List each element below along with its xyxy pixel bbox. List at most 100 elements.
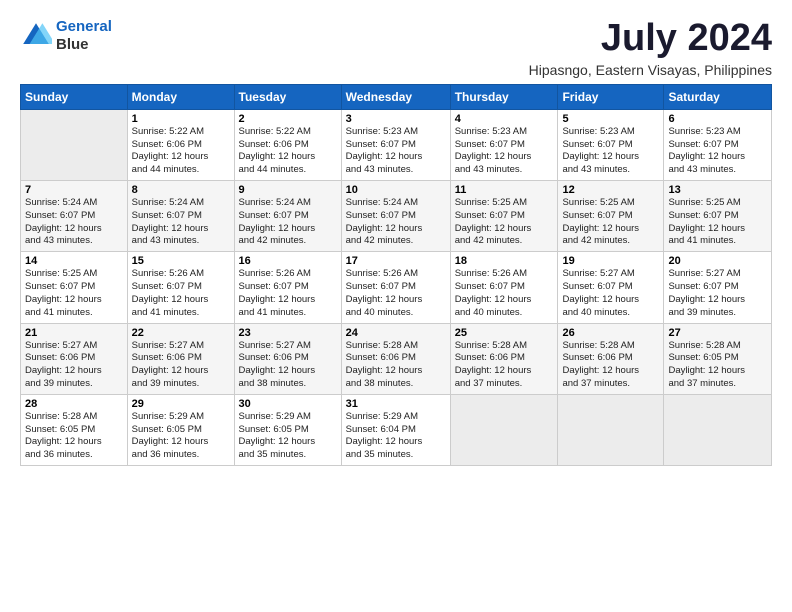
month-title: July 2024 [529,18,772,60]
day-number: 19 [562,255,659,267]
calendar-cell: 11Sunrise: 5:25 AM Sunset: 6:07 PM Dayli… [450,181,558,252]
logo-text: General Blue [56,18,112,54]
day-info: Sunrise: 5:24 AM Sunset: 6:07 PM Dayligh… [346,197,446,248]
calendar-week-row: 1Sunrise: 5:22 AM Sunset: 6:06 PM Daylig… [21,109,772,180]
calendar-week-row: 7Sunrise: 5:24 AM Sunset: 6:07 PM Daylig… [21,181,772,252]
calendar-cell: 23Sunrise: 5:27 AM Sunset: 6:06 PM Dayli… [234,323,341,394]
day-info: Sunrise: 5:26 AM Sunset: 6:07 PM Dayligh… [455,268,554,319]
logo: General Blue [20,18,112,54]
calendar-day-header: Friday [558,84,664,109]
day-number: 18 [455,255,554,267]
day-info: Sunrise: 5:29 AM Sunset: 6:05 PM Dayligh… [239,411,337,462]
day-number: 3 [346,113,446,125]
calendar-cell: 9Sunrise: 5:24 AM Sunset: 6:07 PM Daylig… [234,181,341,252]
calendar-cell: 28Sunrise: 5:28 AM Sunset: 6:05 PM Dayli… [21,394,128,465]
calendar-cell: 12Sunrise: 5:25 AM Sunset: 6:07 PM Dayli… [558,181,664,252]
calendar-cell: 20Sunrise: 5:27 AM Sunset: 6:07 PM Dayli… [664,252,772,323]
day-number: 12 [562,184,659,196]
calendar-day-header: Saturday [664,84,772,109]
calendar-day-header: Monday [127,84,234,109]
calendar-day-header: Thursday [450,84,558,109]
day-info: Sunrise: 5:22 AM Sunset: 6:06 PM Dayligh… [239,126,337,177]
day-info: Sunrise: 5:25 AM Sunset: 6:07 PM Dayligh… [455,197,554,248]
calendar-header-row: SundayMondayTuesdayWednesdayThursdayFrid… [21,84,772,109]
day-info: Sunrise: 5:23 AM Sunset: 6:07 PM Dayligh… [668,126,767,177]
day-number: 5 [562,113,659,125]
day-number: 20 [668,255,767,267]
day-info: Sunrise: 5:27 AM Sunset: 6:06 PM Dayligh… [132,340,230,391]
day-info: Sunrise: 5:26 AM Sunset: 6:07 PM Dayligh… [132,268,230,319]
logo-line2: Blue [56,36,112,54]
calendar-cell: 30Sunrise: 5:29 AM Sunset: 6:05 PM Dayli… [234,394,341,465]
day-info: Sunrise: 5:27 AM Sunset: 6:06 PM Dayligh… [239,340,337,391]
calendar-cell: 2Sunrise: 5:22 AM Sunset: 6:06 PM Daylig… [234,109,341,180]
day-number: 25 [455,327,554,339]
calendar-cell: 4Sunrise: 5:23 AM Sunset: 6:07 PM Daylig… [450,109,558,180]
day-info: Sunrise: 5:26 AM Sunset: 6:07 PM Dayligh… [346,268,446,319]
calendar-week-row: 21Sunrise: 5:27 AM Sunset: 6:06 PM Dayli… [21,323,772,394]
day-number: 4 [455,113,554,125]
day-info: Sunrise: 5:29 AM Sunset: 6:05 PM Dayligh… [132,411,230,462]
calendar-cell: 31Sunrise: 5:29 AM Sunset: 6:04 PM Dayli… [341,394,450,465]
calendar-week-row: 14Sunrise: 5:25 AM Sunset: 6:07 PM Dayli… [21,252,772,323]
logo-icon [20,20,52,52]
day-number: 28 [25,398,123,410]
day-info: Sunrise: 5:23 AM Sunset: 6:07 PM Dayligh… [455,126,554,177]
day-info: Sunrise: 5:24 AM Sunset: 6:07 PM Dayligh… [25,197,123,248]
day-number: 7 [25,184,123,196]
calendar-cell [21,109,128,180]
calendar-cell: 13Sunrise: 5:25 AM Sunset: 6:07 PM Dayli… [664,181,772,252]
day-info: Sunrise: 5:25 AM Sunset: 6:07 PM Dayligh… [668,197,767,248]
day-info: Sunrise: 5:28 AM Sunset: 6:06 PM Dayligh… [562,340,659,391]
calendar-cell: 3Sunrise: 5:23 AM Sunset: 6:07 PM Daylig… [341,109,450,180]
day-number: 21 [25,327,123,339]
calendar-cell: 15Sunrise: 5:26 AM Sunset: 6:07 PM Dayli… [127,252,234,323]
location: Hipasngo, Eastern Visayas, Philippines [529,62,772,78]
calendar-cell: 17Sunrise: 5:26 AM Sunset: 6:07 PM Dayli… [341,252,450,323]
calendar-cell: 26Sunrise: 5:28 AM Sunset: 6:06 PM Dayli… [558,323,664,394]
calendar-cell: 7Sunrise: 5:24 AM Sunset: 6:07 PM Daylig… [21,181,128,252]
day-number: 27 [668,327,767,339]
day-number: 26 [562,327,659,339]
day-number: 13 [668,184,767,196]
calendar-cell: 5Sunrise: 5:23 AM Sunset: 6:07 PM Daylig… [558,109,664,180]
day-number: 2 [239,113,337,125]
day-info: Sunrise: 5:24 AM Sunset: 6:07 PM Dayligh… [239,197,337,248]
page: General Blue July 2024 Hipasngo, Eastern… [0,0,792,476]
day-number: 17 [346,255,446,267]
calendar-cell: 1Sunrise: 5:22 AM Sunset: 6:06 PM Daylig… [127,109,234,180]
day-number: 31 [346,398,446,410]
day-info: Sunrise: 5:28 AM Sunset: 6:06 PM Dayligh… [455,340,554,391]
day-number: 15 [132,255,230,267]
calendar-cell [450,394,558,465]
day-info: Sunrise: 5:22 AM Sunset: 6:06 PM Dayligh… [132,126,230,177]
calendar-cell: 14Sunrise: 5:25 AM Sunset: 6:07 PM Dayli… [21,252,128,323]
day-number: 23 [239,327,337,339]
day-number: 14 [25,255,123,267]
calendar-cell: 24Sunrise: 5:28 AM Sunset: 6:06 PM Dayli… [341,323,450,394]
day-info: Sunrise: 5:27 AM Sunset: 6:07 PM Dayligh… [562,268,659,319]
calendar-table: SundayMondayTuesdayWednesdayThursdayFrid… [20,84,772,466]
day-number: 11 [455,184,554,196]
day-info: Sunrise: 5:25 AM Sunset: 6:07 PM Dayligh… [562,197,659,248]
calendar-cell: 25Sunrise: 5:28 AM Sunset: 6:06 PM Dayli… [450,323,558,394]
calendar-cell: 21Sunrise: 5:27 AM Sunset: 6:06 PM Dayli… [21,323,128,394]
calendar-cell [558,394,664,465]
day-number: 22 [132,327,230,339]
day-info: Sunrise: 5:27 AM Sunset: 6:06 PM Dayligh… [25,340,123,391]
day-number: 16 [239,255,337,267]
day-number: 6 [668,113,767,125]
calendar-cell [664,394,772,465]
calendar-day-header: Tuesday [234,84,341,109]
logo-line1: General [56,18,112,35]
day-info: Sunrise: 5:28 AM Sunset: 6:06 PM Dayligh… [346,340,446,391]
calendar-cell: 29Sunrise: 5:29 AM Sunset: 6:05 PM Dayli… [127,394,234,465]
day-number: 10 [346,184,446,196]
calendar-cell: 19Sunrise: 5:27 AM Sunset: 6:07 PM Dayli… [558,252,664,323]
day-info: Sunrise: 5:26 AM Sunset: 6:07 PM Dayligh… [239,268,337,319]
calendar-cell: 6Sunrise: 5:23 AM Sunset: 6:07 PM Daylig… [664,109,772,180]
day-info: Sunrise: 5:23 AM Sunset: 6:07 PM Dayligh… [346,126,446,177]
calendar-cell: 22Sunrise: 5:27 AM Sunset: 6:06 PM Dayli… [127,323,234,394]
calendar-day-header: Sunday [21,84,128,109]
day-info: Sunrise: 5:25 AM Sunset: 6:07 PM Dayligh… [25,268,123,319]
